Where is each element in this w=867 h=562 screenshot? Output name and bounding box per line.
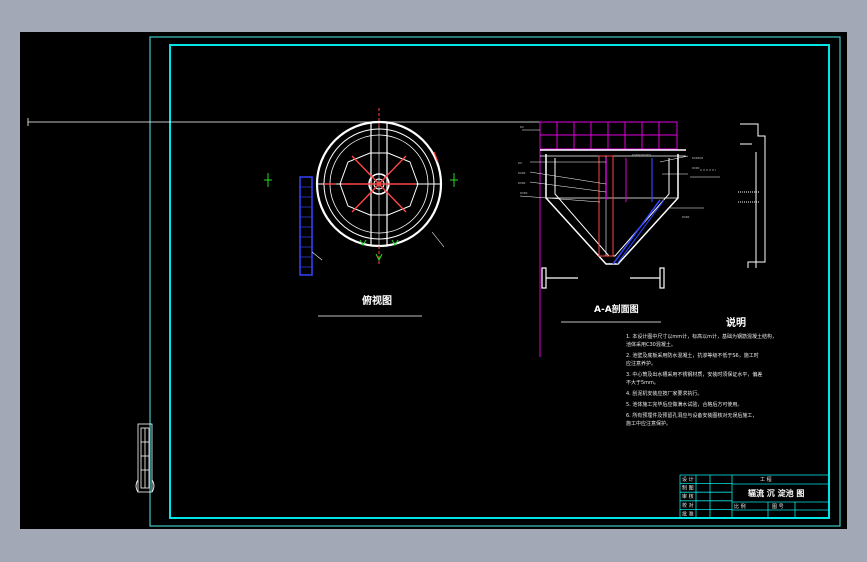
svg-text:▭▭: ▭▭ (520, 190, 528, 195)
svg-text:▭▭: ▭▭ (682, 214, 690, 219)
tb-row-5: 批 准 (682, 510, 694, 517)
note-line-6: 不大于5mm。 (626, 379, 659, 386)
plan-view-title: 俯视图 (362, 294, 392, 307)
plan-view (264, 108, 458, 317)
note-line-3: 2. 池壁及底板采用防水混凝土，抗渗等级不低于S6，施工时 (626, 352, 759, 359)
svg-text:▭▭: ▭▭ (518, 180, 526, 185)
note-line-5: 3. 中心筒及出水槽采用不锈钢材质，安装时须保证水平，偏差 (626, 371, 762, 378)
note-line-1: 1. 本设计图中尺寸以mm计，标高以m计，基础为钢筋混凝土结构， (626, 333, 777, 340)
notes-heading: 说明 (726, 316, 746, 329)
section-view-title: A-A剖面图 (594, 303, 639, 315)
svg-text:▭▭▭: ▭▭▭ (692, 155, 704, 160)
tb-row-2: 制 图 (682, 485, 694, 492)
note-line-4: 应注意养护。 (626, 360, 656, 367)
note-line-9: 6. 所有预埋件及预留孔洞应与设备安装图核对无误后施工， (626, 412, 757, 419)
tb-number-label: 图 号 (772, 504, 784, 510)
title-block: 工 程 辐流 沉 淀池 图 设 计 制 图 审 核 校 对 批 准 比 例 图 … (679, 474, 830, 519)
cad-drawing: 俯视图 ▭ ▭▭▭ ▭▭ ▭▭ ▭ ▭▭ ▭▭ ▭▭ ▭▭▭▭▭ A-A剖面图 … (27, 36, 841, 527)
tb-row-1: 设 计 (682, 476, 694, 483)
note-line-2: 池体采用C30混凝土。 (626, 341, 676, 348)
inner-frame (169, 44, 830, 519)
svg-text:▭▭: ▭▭ (692, 165, 700, 170)
svg-text:▭▭: ▭▭ (518, 170, 526, 175)
title-block-top: 工 程 (760, 476, 772, 483)
outer-frame (149, 36, 841, 527)
side-device-icon (135, 423, 155, 493)
svg-text:▭: ▭ (520, 124, 524, 129)
tb-row-3: 审 核 (682, 493, 694, 500)
drawing-title: 辐流 沉 淀池 图 (748, 488, 804, 498)
tb-scale-label: 比 例 (734, 503, 746, 510)
svg-text:▭: ▭ (518, 160, 522, 165)
note-line-10: 施工中应注意保护。 (626, 420, 671, 427)
note-line-8: 5. 池体施工完毕后应做满水试验，合格后方可使用。 (626, 401, 742, 408)
svg-text:▭▭▭▭▭: ▭▭▭▭▭ (632, 152, 651, 157)
notes-block: 说明 1. 本设计图中尺寸以mm计，标高以m计，基础为钢筋混凝土结构， 池体采用… (626, 316, 777, 427)
note-line-7: 4. 刮泥机安装应按厂家要求执行。 (626, 390, 702, 397)
cad-canvas[interactable]: 俯视图 ▭ ▭▭▭ ▭▭ ▭▭ ▭ ▭▭ ▭▭ ▭▭ ▭▭▭▭▭ A-A剖面图 … (20, 32, 847, 529)
tb-row-4: 校 对 (682, 502, 694, 509)
